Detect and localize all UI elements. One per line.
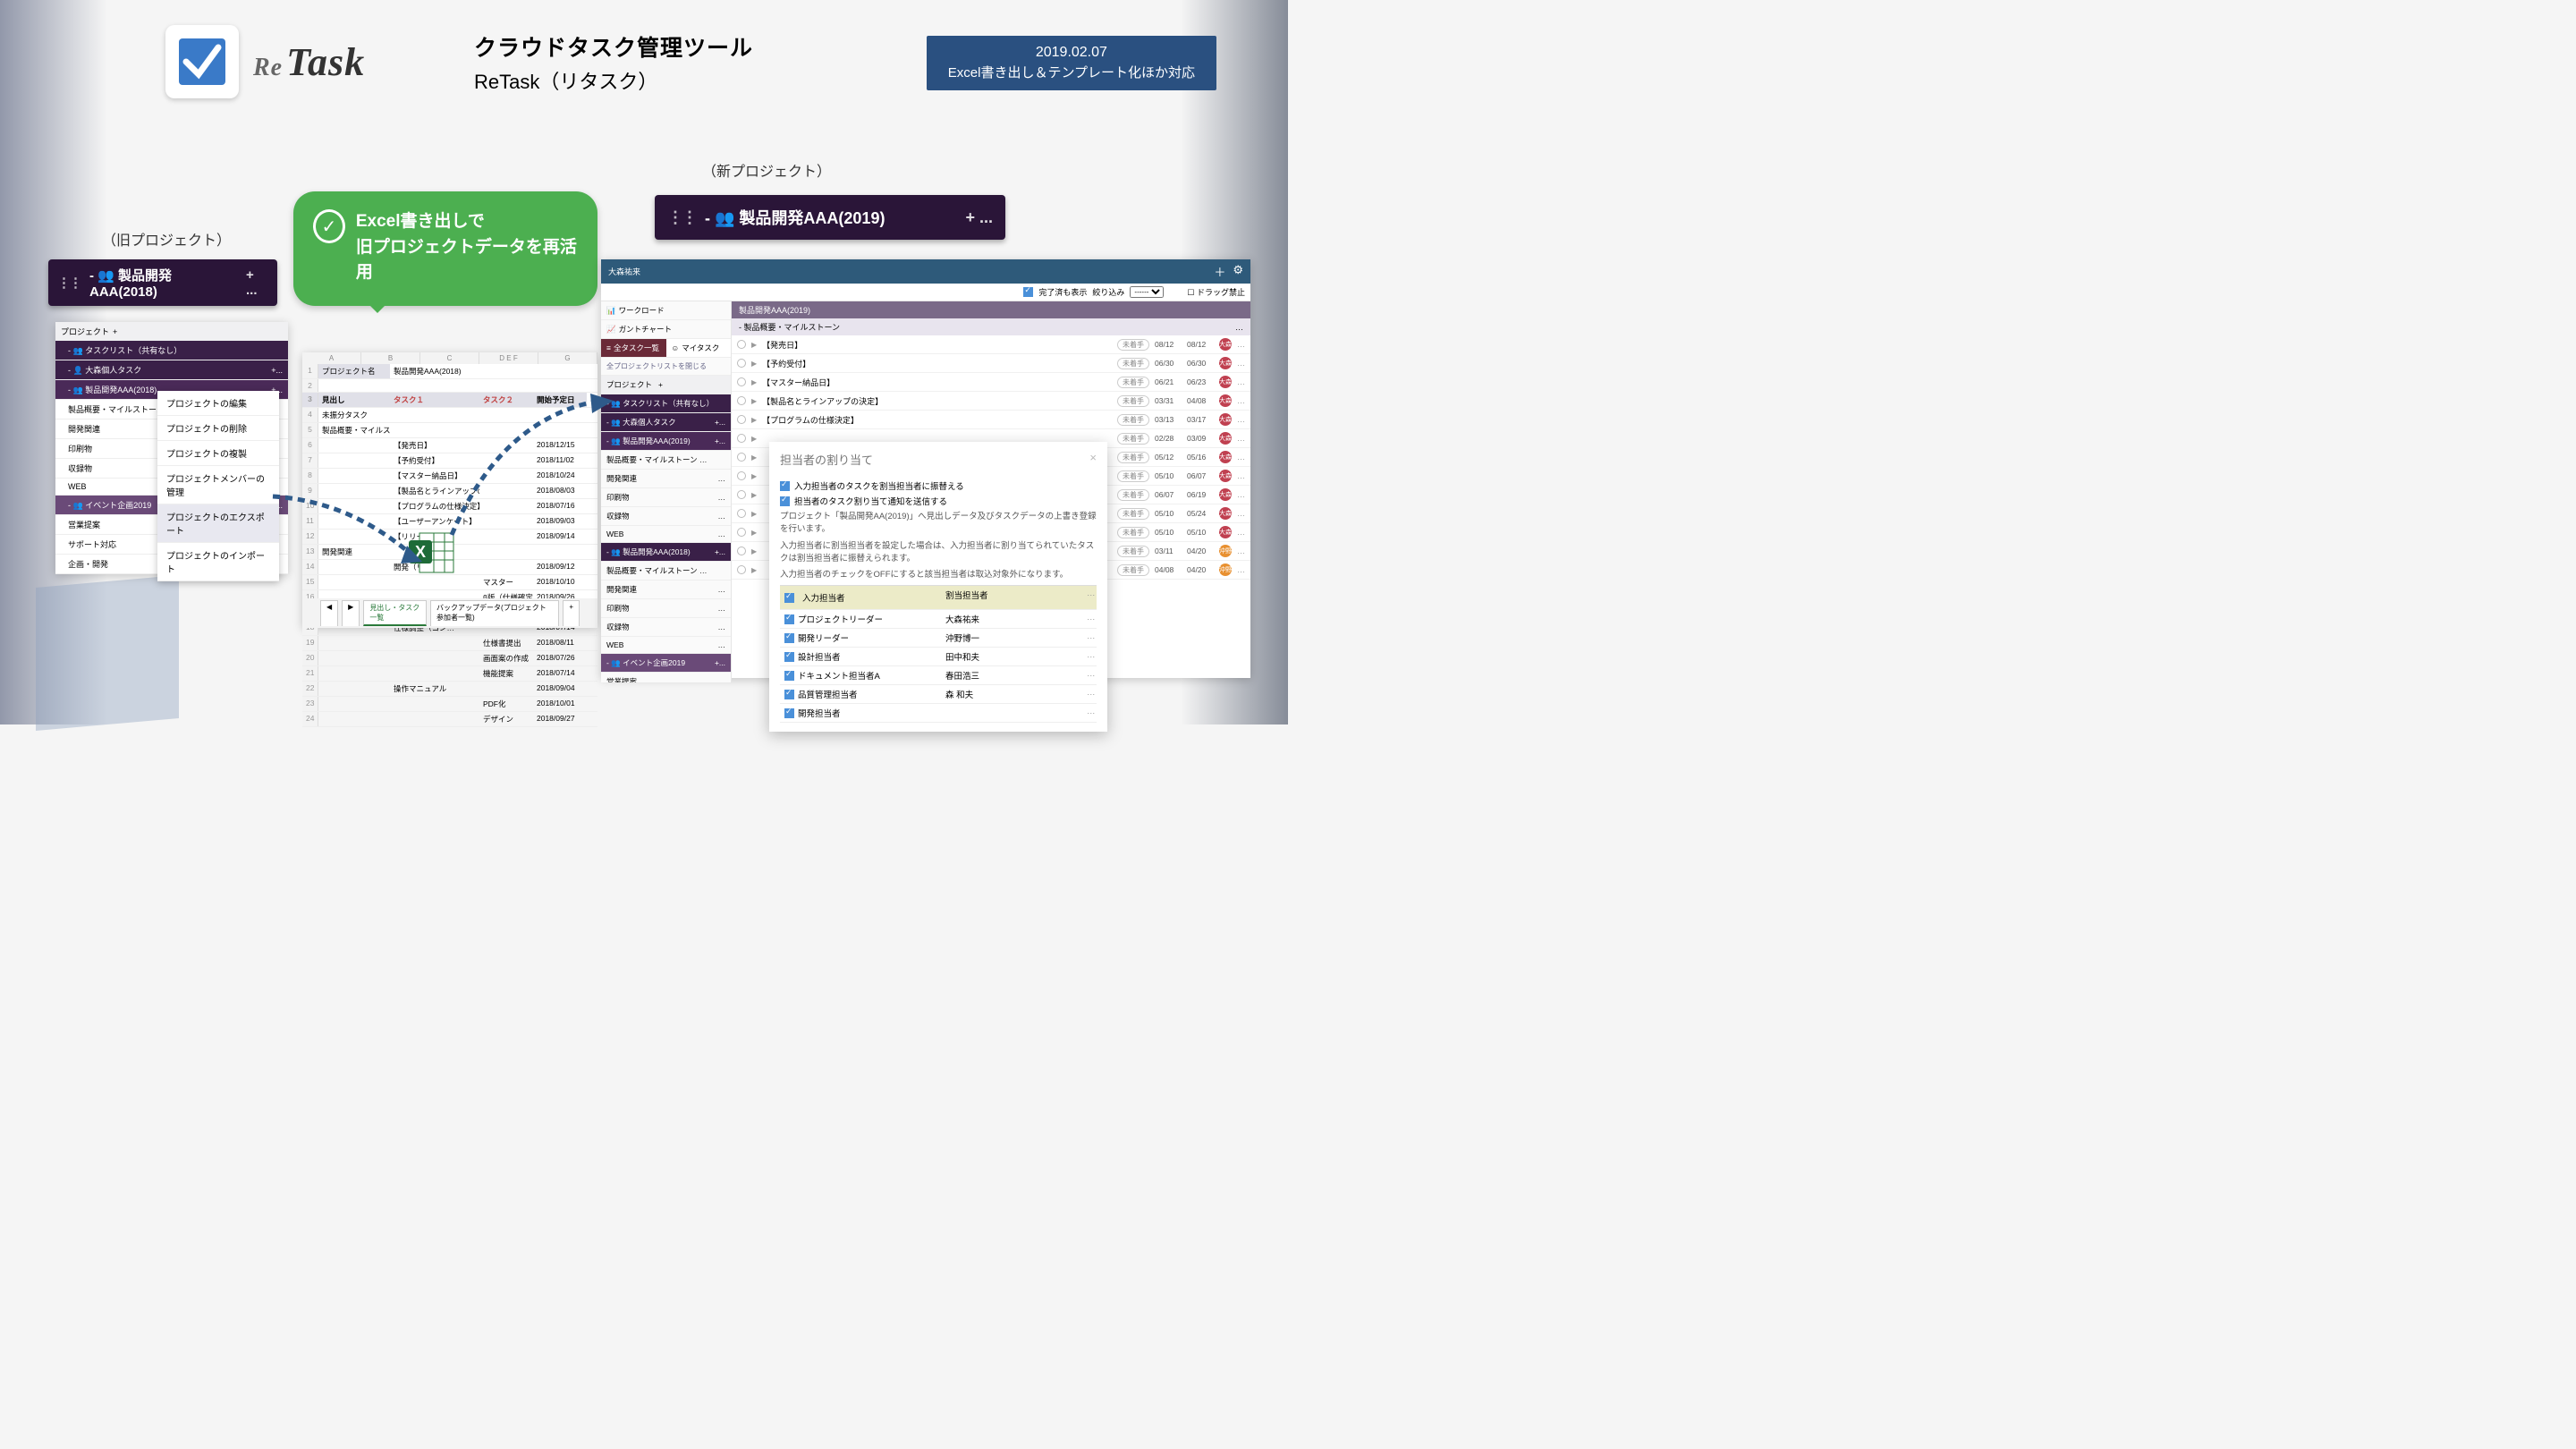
retask-logo-icon bbox=[165, 25, 239, 98]
excel-sheet-tabs[interactable]: ◀▶ 見出し・タスク一覧 バックアップデータ(プロジェクト参加者一覧) + bbox=[302, 598, 597, 628]
menu-item[interactable]: プロジェクトの削除 bbox=[157, 416, 279, 441]
notify-option[interactable]: 担当者のタスク割り当て通知を送信する bbox=[780, 495, 1097, 507]
menu-item[interactable]: プロジェクトのインポート bbox=[157, 543, 279, 581]
sidebar-item[interactable]: - 👥 タスクリスト（共有なし） bbox=[601, 394, 731, 413]
gear-icon[interactable]: ⚙ bbox=[1233, 263, 1243, 280]
more-icon[interactable]: + ... bbox=[246, 267, 268, 298]
task-row[interactable]: ▶【発売日】未着手08/1208/12大森… bbox=[732, 335, 1250, 354]
page-title: クラウドタスク管理ツール ReTask（リタスク） bbox=[474, 30, 753, 95]
refresh-check-icon: ✓ bbox=[313, 209, 345, 243]
sidebar-item[interactable]: - 👥 イベント企画2019+... bbox=[601, 654, 731, 673]
sidebar-item[interactable]: 開発関連… bbox=[601, 470, 731, 488]
assign-row[interactable]: 開発担当者… bbox=[780, 704, 1097, 723]
task-row[interactable]: ▶【製品名とラインアップの決定】未着手03/3104/08大森… bbox=[732, 392, 1250, 411]
callout-bubble: ✓ Excel書き出しで 旧プロジェクトデータを再活用 bbox=[293, 191, 597, 306]
assign-row[interactable]: 品質管理担当者森 和夫… bbox=[780, 685, 1097, 704]
tree-header: プロジェクト + bbox=[55, 322, 288, 341]
project-group-header: 製品開発AAA(2019) bbox=[732, 301, 1250, 318]
table-row: 24デザイン2018/09/27 bbox=[302, 712, 597, 727]
brand-text: ReTask bbox=[253, 39, 365, 85]
sidebar-item[interactable]: - 👤 大森個人タスク+... bbox=[55, 360, 288, 380]
sidebar-item[interactable]: 収録物… bbox=[601, 507, 731, 526]
tab-my-tasks[interactable]: ☺ マイタスク bbox=[666, 339, 732, 358]
new-project-bar[interactable]: ⋮⋮ - 👥 製品開発AAA(2019) + ... bbox=[655, 195, 1005, 240]
table-row: 20画面案の作成2018/07/26 bbox=[302, 651, 597, 666]
menu-item[interactable]: プロジェクトの複製 bbox=[157, 441, 279, 466]
sidebar-item[interactable]: WEB… bbox=[601, 637, 731, 654]
sidebar: 📊 ワークロード 📈 ガントチャート ≡ 全タスク一覧 ☺ マイタスク 全プロジ… bbox=[601, 301, 732, 682]
table-row: 23PDF化2018/10/01 bbox=[302, 697, 597, 712]
sidebar-item[interactable]: 製品概要・マイルストーン … bbox=[601, 562, 731, 580]
dialog-title: 担当者の割り当て bbox=[780, 451, 873, 468]
assign-row[interactable]: 設計担当者田中和夫… bbox=[780, 648, 1097, 666]
sidebar-item[interactable]: 印刷物… bbox=[601, 599, 731, 618]
sidebar-item[interactable]: - 👥 大森個人タスク+... bbox=[601, 413, 731, 432]
sidebar-item[interactable]: 製品概要・マイルストーン … bbox=[601, 451, 731, 470]
app-header: 大森祐来 ＋ ⚙ bbox=[601, 259, 1250, 284]
milestone-group-header[interactable]: - 製品概要・マイルストーン… bbox=[732, 318, 1250, 335]
logo-block: ReTask bbox=[165, 25, 365, 98]
assign-dialog: 担当者の割り当て × 入力担当者のタスクを割当担当者に振替える 担当者のタスク割り… bbox=[769, 442, 1107, 732]
old-project-label: （旧プロジェクト） bbox=[102, 228, 231, 250]
old-project-bar[interactable]: ⋮⋮ - 👥 製品開発AAA(2018) + ... bbox=[48, 259, 277, 306]
table-row: 22操作マニュアル2018/09/04 bbox=[302, 682, 597, 697]
sidebar-item[interactable]: - 👥 タスクリスト（共有なし） bbox=[55, 341, 288, 360]
project-context-menu[interactable]: プロジェクトの編集プロジェクトの削除プロジェクトの複製プロジェクトメンバーの管理… bbox=[157, 391, 279, 581]
task-row[interactable]: ▶【プログラムの仕様決定】未着手03/1303/17大森… bbox=[732, 411, 1250, 429]
show-done-checkbox[interactable] bbox=[1023, 287, 1033, 297]
assign-row[interactable]: 開発リーダー沖野博一… bbox=[780, 629, 1097, 648]
reassign-option[interactable]: 入力担当者のタスクを割当担当者に振替える bbox=[780, 479, 1097, 492]
menu-item[interactable]: プロジェクトのエクスポート bbox=[157, 504, 279, 543]
menu-item[interactable]: プロジェクトの編集 bbox=[157, 391, 279, 416]
new-project-label: （新プロジェクト） bbox=[702, 159, 831, 181]
more-icon[interactable]: + ... bbox=[965, 208, 993, 227]
sidebar-item[interactable]: 収録物… bbox=[601, 618, 731, 637]
table-row: 21機能提案2018/07/14 bbox=[302, 666, 597, 682]
add-icon[interactable]: ＋ bbox=[1214, 263, 1225, 280]
task-row[interactable]: ▶【予約受付】未着手06/3006/30大森… bbox=[732, 354, 1250, 373]
filter-select[interactable]: ------ bbox=[1130, 286, 1164, 298]
drag-handle-icon[interactable]: ⋮⋮ bbox=[57, 275, 80, 291]
tab-all-tasks[interactable]: ≡ 全タスク一覧 bbox=[601, 339, 666, 358]
view-toolbar: 完了済も表示 絞り込み ------ ☐ ドラッグ禁止 bbox=[601, 284, 1250, 301]
sidebar-item[interactable]: - 👥 製品開発AAA(2018)+... bbox=[601, 543, 731, 562]
sidebar-item[interactable]: WEB… bbox=[601, 526, 731, 543]
release-badge: 2019.02.07 Excel書き出し＆テンプレート化ほか対応 bbox=[927, 36, 1216, 90]
sidebar-item[interactable]: 印刷物… bbox=[601, 488, 731, 507]
drag-handle-icon[interactable]: ⋮⋮ bbox=[667, 208, 696, 227]
close-icon[interactable]: × bbox=[1089, 451, 1097, 468]
sidebar-item[interactable]: 営業提案 bbox=[601, 673, 731, 682]
table-row: 19仕様書提出2018/08/11 bbox=[302, 636, 597, 651]
menu-item[interactable]: プロジェクトメンバーの管理 bbox=[157, 466, 279, 504]
assign-row[interactable]: ドキュメント担当者A春田浩三… bbox=[780, 666, 1097, 685]
sidebar-item[interactable]: 開発関連… bbox=[601, 580, 731, 599]
assign-row[interactable]: プロジェクトリーダー大森祐来… bbox=[780, 610, 1097, 629]
sidebar-item[interactable]: - 👥 製品開発AAA(2019)+... bbox=[601, 432, 731, 451]
task-row[interactable]: ▶【マスター納品日】未着手06/2106/23大森… bbox=[732, 373, 1250, 392]
